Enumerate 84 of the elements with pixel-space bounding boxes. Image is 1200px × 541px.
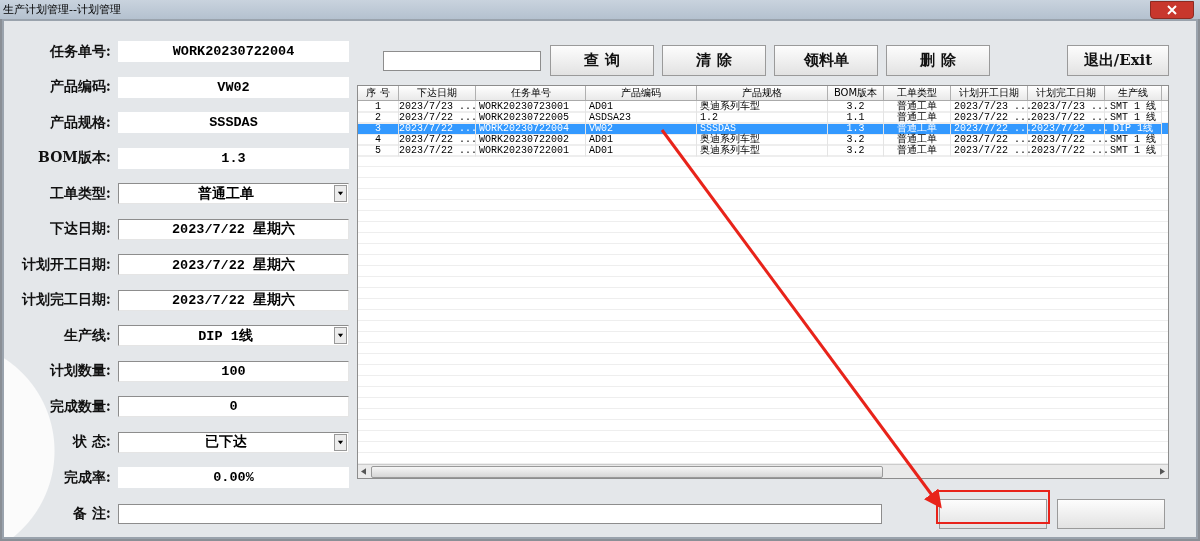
table-cell: WORK20230722001 — [476, 145, 586, 157]
table-cell: WORK20230722004 — [476, 123, 586, 135]
value-field[interactable]: 0.00% — [118, 467, 349, 488]
column-header[interactable]: 生产线 — [1105, 86, 1162, 100]
field-label: 完成率: — [62, 468, 111, 487]
table-cell: AD01 — [586, 101, 697, 113]
remarks-field[interactable] — [118, 504, 882, 524]
field-label: 完成数量: — [48, 397, 111, 416]
column-header[interactable]: 产品编码 — [586, 86, 697, 100]
close-button[interactable] — [1150, 0, 1194, 19]
exit-button[interactable]: 退出/Exit — [1067, 45, 1169, 76]
toolbar-button[interactable]: 清 除 — [662, 45, 766, 76]
table-cell: 奥迪系列车型 — [697, 101, 828, 113]
column-header[interactable]: 序 号 — [358, 86, 399, 100]
horizontal-scrollbar[interactable] — [358, 464, 1168, 478]
table-cell: AD01 — [586, 134, 697, 146]
blank-button[interactable] — [1057, 499, 1165, 529]
column-header[interactable]: BOM版本 — [828, 86, 884, 100]
dropdown-field[interactable]: 已下达 — [118, 431, 349, 453]
table-cell: 2023/7/23 ... — [399, 101, 476, 113]
toolbar-button[interactable]: 领料单 — [774, 45, 878, 76]
table-cell: 普通工单 — [884, 145, 951, 157]
dropdown-field[interactable]: 普通工单 — [118, 183, 349, 204]
toolbar-button[interactable]: 删 除 — [886, 45, 990, 76]
column-header[interactable]: 计划完工日期 — [1028, 86, 1105, 100]
scroll-right-icon[interactable] — [1160, 468, 1165, 475]
table-cell: 1 — [358, 101, 399, 113]
input-field[interactable]: 2023/7/22 星期六 — [118, 289, 349, 311]
column-header[interactable]: 产品规格 — [697, 86, 828, 100]
value-field[interactable]: VW02 — [118, 76, 349, 98]
table-cell: 3.2 — [828, 145, 884, 157]
field-label: 产品规格: — [48, 113, 111, 132]
input-field[interactable]: 2023/7/22 星期六 — [118, 254, 349, 275]
toolbar-button[interactable]: 查 询 — [550, 45, 654, 76]
input-field[interactable]: 2023/7/22 星期六 — [118, 218, 349, 240]
column-header[interactable]: 下达日期 — [399, 86, 476, 100]
table-row[interactable]: 5 2023/7/22 ... WORK20230722001 AD01 奥迪系列车型 3.2 普通工单 2023/7/22 ...2023/7/22 ...SMT 1 线 — [358, 145, 1168, 156]
table-cell: 2023/7/22 ... — [951, 145, 1028, 157]
table-cell: VW02 — [586, 123, 697, 135]
field-label: 任务单号: — [48, 42, 111, 61]
field-label: 状 态: — [71, 433, 111, 451]
table-cell: 3 — [358, 123, 399, 135]
value-field[interactable]: WORK20230722004 — [118, 41, 349, 62]
table-row[interactable]: 1 2023/7/23 ... WORK20230723001 AD01 奥迪系列车型 3.2 普通工单 2023/7/23 ...2023/7/23 ...SMT 1 线 — [358, 101, 1168, 112]
input-field[interactable]: 0 — [118, 396, 349, 417]
table-row[interactable]: 4 2023/7/22 ... WORK20230722002 AD01 奥迪系列车型 3.2 普通工单 2023/7/22 ...2023/7/22 ...SMT 1 线 — [358, 134, 1168, 145]
field-label: 备 注: — [71, 505, 111, 523]
table-cell: 奥迪系列车型 — [697, 134, 828, 146]
table-cell: 2023/7/23 ... — [951, 101, 1028, 113]
table-cell: 2023/7/22 ... — [399, 145, 476, 157]
table-cell: 3.2 — [828, 101, 884, 113]
window-title: 生产计划管理--计划管理 — [3, 2, 121, 17]
table-cell: AD01 — [586, 145, 697, 157]
table-cell: 2023/7/22 ... — [399, 134, 476, 146]
field-label: 计划数量: — [48, 362, 111, 380]
value-field[interactable]: SSSDAS — [118, 112, 349, 133]
field-label: 计划开工日期: — [20, 255, 111, 274]
table-cell: 2023/7/22 ... — [951, 134, 1028, 146]
table-cell: 3.2 — [828, 134, 884, 146]
table-cell: WORK20230723001 — [476, 101, 586, 113]
search-field[interactable] — [383, 50, 541, 71]
column-header[interactable]: 工单类型 — [884, 86, 951, 100]
dropdown-field[interactable]: DIP 1线 — [118, 325, 349, 346]
table-cell: WORK20230722002 — [476, 134, 586, 146]
table-cell: 2023/7/22 ... — [951, 123, 1028, 135]
close-icon — [1167, 4, 1177, 15]
blank-button[interactable] — [939, 499, 1047, 529]
table-cell: 奥迪系列车型 — [697, 145, 828, 157]
column-header[interactable]: 任务单号 — [476, 86, 586, 100]
scroll-left-icon[interactable] — [361, 468, 366, 475]
table-cell: 5 — [358, 145, 399, 157]
field-label: 计划完工日期: — [20, 291, 111, 309]
table-cell: 1.3 — [828, 123, 884, 135]
column-header[interactable]: 计划开工日期 — [951, 86, 1028, 100]
field-label: 工单类型: — [48, 184, 111, 203]
field-label: 生产线: — [62, 326, 111, 345]
value-field[interactable]: 1.3 — [118, 147, 349, 169]
table-cell: 4 — [358, 134, 399, 146]
input-field[interactable]: 100 — [118, 360, 349, 382]
field-label: 下达日期: — [48, 220, 111, 238]
field-label: BOM版本: — [37, 149, 111, 167]
table-cell: 2023/7/22 ... — [399, 123, 476, 135]
field-label: 产品编码: — [48, 78, 111, 96]
scroll-thumb[interactable] — [371, 465, 883, 478]
